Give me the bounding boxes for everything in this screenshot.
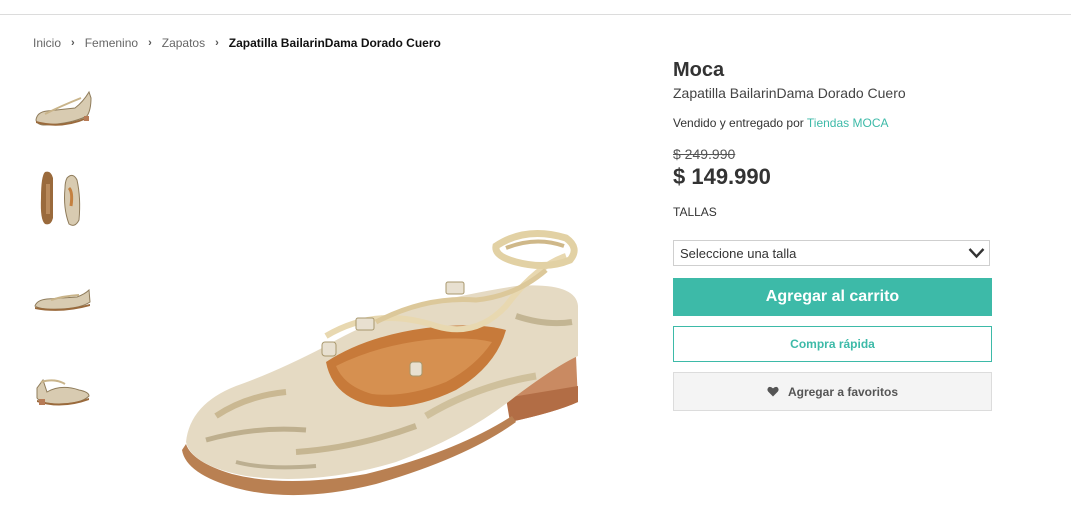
seller-info: Vendido y entregado por Tiendas MOCA [673, 116, 889, 130]
breadcrumb-item-zapatos[interactable]: Zapatos [162, 36, 205, 50]
quick-buy-button[interactable]: Compra rápida [673, 326, 992, 362]
chevron-down-icon [968, 248, 985, 259]
add-to-favorites-button[interactable]: Agregar a favoritos [673, 372, 992, 411]
breadcrumb-item-inicio[interactable]: Inicio [33, 36, 61, 50]
add-to-cart-button[interactable]: Agregar al carrito [673, 278, 992, 316]
old-price: $ 249.990 [673, 146, 736, 162]
breadcrumb-item-femenino[interactable]: Femenino [85, 36, 138, 50]
chevron-right-icon: › [148, 37, 152, 49]
seller-link[interactable]: Tiendas MOCA [807, 116, 889, 130]
header-divider [0, 14, 1071, 15]
chevron-right-icon: › [71, 37, 75, 49]
add-to-favorites-label: Agregar a favoritos [787, 384, 899, 399]
thumbnail-2[interactable] [31, 168, 93, 230]
product-main-image [176, 226, 586, 518]
current-price: $ 149.990 [673, 164, 771, 189]
thumbnail-1[interactable] [31, 78, 93, 140]
thumbnail-4[interactable] [31, 362, 93, 424]
heart-icon [767, 386, 779, 397]
thumbnail-3[interactable] [31, 270, 93, 332]
size-select-placeholder: Seleccione una talla [680, 246, 797, 261]
sizes-label: TALLAS [673, 205, 717, 219]
size-select[interactable]: Seleccione una talla [673, 240, 990, 266]
chevron-right-icon: › [215, 37, 219, 49]
breadcrumb: Inicio › Femenino › Zapatos › Zapatilla … [33, 36, 441, 50]
seller-prefix: Vendido y entregado por [673, 116, 804, 130]
product-name: Zapatilla BailarinDama Dorado Cuero [673, 85, 906, 101]
product-brand: Moca [673, 59, 725, 81]
breadcrumb-current: Zapatilla BailarinDama Dorado Cuero [228, 36, 441, 50]
